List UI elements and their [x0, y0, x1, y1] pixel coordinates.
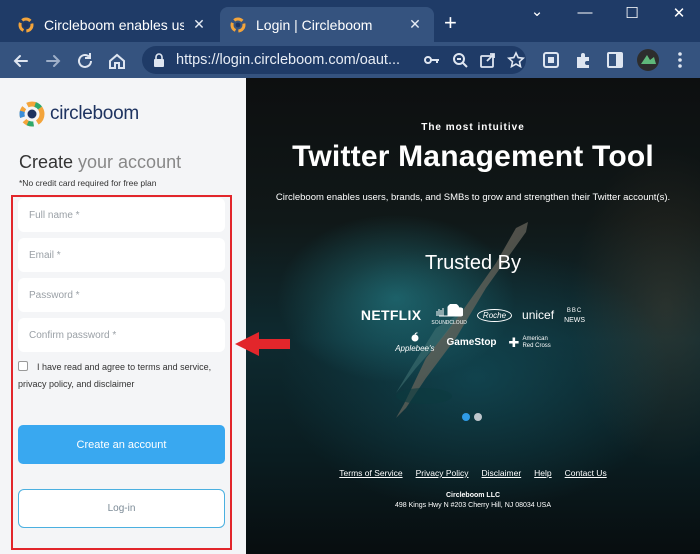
bookmark-star-icon[interactable] [506, 50, 526, 70]
back-icon[interactable] [10, 50, 32, 72]
confirm-password-field[interactable]: Confirm password * [18, 318, 225, 352]
email-field[interactable]: Email * [18, 238, 225, 272]
profile-avatar-icon[interactable] [636, 48, 660, 72]
heading-light: your account [73, 152, 182, 172]
tab-title: Circleboom enables users, b [44, 16, 184, 33]
tab-title: Login | Circleboom [256, 16, 373, 33]
menu-dots-icon[interactable] [670, 50, 690, 70]
red-cross-logo: ✚ American Red Cross [509, 336, 551, 350]
news-text: NEWS [564, 316, 586, 324]
terms-of-service-link[interactable]: Terms of Service [339, 468, 402, 478]
carousel-dots [462, 413, 482, 421]
reload-icon[interactable] [74, 50, 96, 72]
puzzle-icon[interactable] [573, 50, 593, 70]
forward-icon[interactable] [42, 50, 64, 72]
no-credit-card-note: *No credit card required for free plan [19, 178, 157, 188]
key-icon[interactable] [422, 50, 442, 70]
sidebar-icon[interactable] [605, 50, 625, 70]
redcross-line2: Red Cross [522, 342, 551, 349]
create-account-button[interactable]: Create an account [18, 425, 225, 464]
soundcloud-cloud-icon [436, 303, 465, 317]
contact-us-link[interactable]: Contact Us [565, 468, 607, 478]
new-tab-button[interactable]: + [444, 12, 457, 34]
apple-icon [411, 332, 419, 342]
netflix-logo: NETFLIX [360, 307, 422, 323]
bbc-text: BBC [566, 307, 583, 314]
client-logos-row-1: NETFLIX SOUNDCLOUD Roche unicef BBC NEWS [246, 303, 700, 326]
login-button[interactable]: Log-in [18, 489, 225, 528]
agreement-text: I have read and agree to terms and servi… [18, 359, 228, 393]
minimize-button[interactable]: — [570, 4, 600, 21]
redcross-line1: American [522, 335, 548, 342]
maximize-button[interactable]: ☐ [617, 4, 647, 22]
hero-headline: Twitter Management Tool [292, 140, 654, 173]
extension-icon[interactable] [541, 50, 561, 70]
password-field[interactable]: Password * [18, 278, 225, 312]
roche-logo: Roche [476, 308, 513, 322]
brand-name: circleboom [50, 103, 139, 124]
applebees-logo: Applebee's [395, 332, 435, 353]
hero-banner: The most intuitive Twitter Management To… [246, 78, 700, 554]
url-text[interactable]: https://login.circleboom.com/oaut... [176, 52, 414, 68]
company-name: Circleboom LLC [445, 492, 501, 499]
form-heading: Create your account [19, 152, 181, 173]
share-icon[interactable] [478, 50, 498, 70]
home-icon[interactable] [106, 50, 128, 72]
agree-checkbox[interactable] [18, 361, 28, 371]
circleboom-favicon [230, 17, 246, 32]
client-logos-row-2: Applebee's GameStop ✚ American Red Cross [246, 332, 700, 353]
circleboom-logo[interactable]: circleboom [18, 100, 139, 128]
trusted-by-heading: Trusted By [425, 252, 521, 274]
close-window-button[interactable]: ✕ [664, 4, 694, 22]
circleboom-favicon [18, 17, 34, 32]
red-cross-icon: ✚ [508, 335, 520, 350]
signup-panel: circleboom Create your account *No credi… [0, 78, 246, 554]
footer-links: Terms of Service Privacy Policy Disclaim… [246, 468, 700, 478]
soundcloud-text: SOUNDCLOUD [431, 320, 467, 326]
circleboom-logo-icon [19, 101, 45, 127]
full-name-field[interactable]: Full name * [18, 198, 225, 232]
tab-search-icon[interactable]: ⌄ [522, 2, 552, 20]
heading-strong: Create [19, 152, 74, 172]
hero-subtitle: Circleboom enables users, brands, and SM… [275, 192, 671, 203]
close-tab-icon[interactable]: ✕ [190, 16, 208, 33]
address-bar[interactable]: https://login.circleboom.com/oaut... [142, 46, 526, 74]
privacy-disclaimer-text[interactable]: privacy policy, and disclaimer [18, 376, 228, 393]
tab-login[interactable]: Login | Circleboom ✕ [220, 7, 434, 42]
privacy-policy-link[interactable]: Privacy Policy [416, 468, 469, 478]
agreement-row: I have read and agree to terms and servi… [18, 359, 228, 393]
carousel-dot[interactable] [474, 413, 482, 421]
gamestop-logo: GameStop [446, 337, 497, 348]
agree-prefix: I have read and agree to [37, 362, 138, 372]
disclaimer-link[interactable]: Disclaimer [482, 468, 522, 478]
zoom-icon[interactable] [450, 50, 470, 70]
unicef-logo: unicef [522, 308, 555, 322]
bbc-news-logo: BBC NEWS [564, 306, 585, 325]
tab-strip: Circleboom enables users, b ✕ Login | Ci… [0, 0, 700, 42]
annotation-arrow-icon [235, 332, 290, 356]
lock-icon[interactable] [152, 52, 166, 68]
close-tab-icon[interactable]: ✕ [406, 16, 424, 33]
terms-link[interactable]: terms and service, [138, 362, 212, 372]
help-link[interactable]: Help [534, 468, 551, 478]
company-address: 498 Kings Hwy N #203 Cherry Hill, NJ 080… [394, 502, 551, 509]
applebees-text: Applebee's [395, 344, 435, 353]
hero-tagline: The most intuitive [421, 122, 525, 133]
carousel-dot-active[interactable] [462, 413, 470, 421]
browser-toolbar: https://login.circleboom.com/oaut... [0, 42, 700, 78]
soundcloud-logo: SOUNDCLOUD [431, 303, 467, 326]
tab-circleboom-home[interactable]: Circleboom enables users, b ✕ [8, 7, 218, 42]
